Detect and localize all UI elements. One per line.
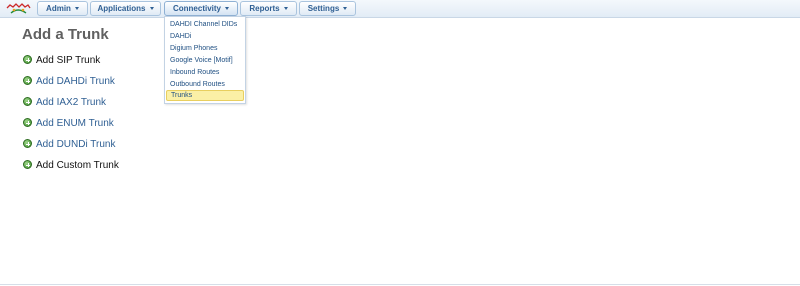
add-dundi-trunk-link[interactable]: Add DUNDi Trunk [23, 138, 115, 152]
add-circle-icon [23, 76, 32, 85]
link-label: Add SIP Trunk [36, 55, 101, 66]
link-label: Add DUNDi Trunk [36, 139, 116, 150]
link-label: Add ENUM Trunk [36, 118, 114, 129]
link-label: Add IAX2 Trunk [36, 97, 107, 108]
page-title: Add a Trunk [22, 26, 109, 43]
link-label: Add DAHDi Trunk [36, 76, 115, 87]
menu-applications-label: Applications [97, 4, 146, 13]
add-sip-trunk-link[interactable]: Add SIP Trunk [23, 54, 100, 68]
menu-connectivity[interactable]: Connectivity [164, 1, 238, 16]
menu-settings-label: Settings [307, 4, 340, 13]
add-circle-icon [23, 139, 32, 148]
chevron-down-icon [225, 7, 229, 10]
chevron-down-icon [74, 7, 79, 10]
menu-item-digium-phones[interactable]: Digium Phones [166, 43, 244, 54]
menu-item-dahdi[interactable]: DAHDi [166, 31, 244, 42]
menu-reports-label: Reports [249, 4, 280, 13]
chevron-down-icon [149, 7, 154, 10]
add-circle-icon [23, 118, 32, 127]
menu-item-outbound-routes[interactable]: Outbound Routes [166, 79, 244, 90]
menu-item-google-voice[interactable]: Google Voice [Motif] [166, 55, 244, 66]
menu-settings[interactable]: Settings [299, 1, 356, 16]
footer-divider [0, 284, 800, 285]
link-label: Add Custom Trunk [36, 160, 119, 171]
chevron-down-icon [283, 7, 288, 10]
add-dahdi-trunk-link[interactable]: Add DAHDi Trunk [23, 75, 115, 89]
menu-item-inbound-routes[interactable]: Inbound Routes [166, 67, 244, 78]
menu-item-dahdi-channel-dids[interactable]: DAHDI Channel DIDs [166, 19, 244, 30]
chevron-down-icon [343, 7, 348, 10]
add-circle-icon [23, 55, 32, 64]
add-circle-icon [23, 97, 32, 106]
freepbx-logo-icon[interactable] [5, 1, 32, 16]
menu-item-trunks[interactable]: Trunks [166, 90, 244, 101]
add-iax2-trunk-link[interactable]: Add IAX2 Trunk [23, 96, 106, 110]
top-menu-bar: Admin Applications Connectivity Reports … [0, 0, 800, 18]
connectivity-dropdown-menu: DAHDI Channel DIDs DAHDi Digium Phones G… [164, 16, 246, 104]
menu-connectivity-label: Connectivity [172, 4, 221, 13]
menu-admin-label: Admin [46, 4, 71, 13]
menu-admin[interactable]: Admin [37, 1, 88, 16]
menu-applications[interactable]: Applications [90, 1, 161, 16]
add-circle-icon [23, 160, 32, 169]
add-enum-trunk-link[interactable]: Add ENUM Trunk [23, 117, 114, 131]
menu-reports[interactable]: Reports [240, 1, 297, 16]
add-custom-trunk-link[interactable]: Add Custom Trunk [23, 159, 119, 173]
